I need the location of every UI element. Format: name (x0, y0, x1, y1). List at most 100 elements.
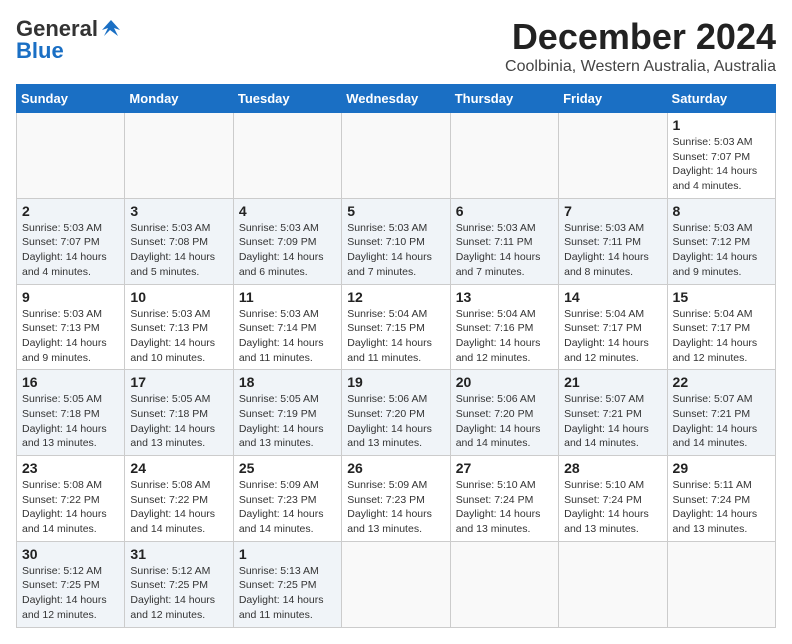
calendar-day-cell: 18Sunrise: 5:05 AMSunset: 7:19 PMDayligh… (233, 370, 341, 456)
day-number: 23 (22, 460, 119, 476)
col-friday: Friday (559, 85, 667, 113)
day-number: 28 (564, 460, 661, 476)
sunrise-text: Sunrise: 5:04 AM (564, 307, 661, 322)
calendar-day-cell: 1Sunrise: 5:03 AMSunset: 7:07 PMDaylight… (667, 113, 775, 199)
sunset-text: Sunset: 7:14 PM (239, 321, 336, 336)
daylight-text: Daylight: 14 hours and 14 minutes. (456, 422, 553, 451)
day-info: Sunrise: 5:03 AMSunset: 7:07 PMDaylight:… (22, 221, 119, 280)
sunrise-text: Sunrise: 5:10 AM (456, 478, 553, 493)
logo: General Blue (16, 16, 122, 64)
daylight-text: Daylight: 14 hours and 8 minutes. (564, 250, 661, 279)
calendar-day-cell: 6Sunrise: 5:03 AMSunset: 7:11 PMDaylight… (450, 198, 558, 284)
sunset-text: Sunset: 7:21 PM (673, 407, 770, 422)
sunset-text: Sunset: 7:25 PM (130, 578, 227, 593)
calendar-empty-cell (667, 541, 775, 627)
sunrise-text: Sunrise: 5:04 AM (456, 307, 553, 322)
sunset-text: Sunset: 7:07 PM (673, 150, 770, 165)
day-info: Sunrise: 5:08 AMSunset: 7:22 PMDaylight:… (22, 478, 119, 537)
day-info: Sunrise: 5:03 AMSunset: 7:13 PMDaylight:… (130, 307, 227, 366)
month-title: December 2024 (505, 16, 776, 58)
sunrise-text: Sunrise: 5:06 AM (347, 392, 444, 407)
day-number: 17 (130, 374, 227, 390)
calendar-day-cell: 10Sunrise: 5:03 AMSunset: 7:13 PMDayligh… (125, 284, 233, 370)
calendar-day-cell: 8 Sunrise: 5:03 AMSunset: 7:12 PMDaylight… (667, 198, 775, 284)
calendar-week-row: 1Sunrise: 5:03 AMSunset: 7:07 PMDaylight… (17, 113, 776, 199)
sunrise-text: Sunrise: 5:03 AM (22, 221, 119, 236)
calendar-day-cell: 13 Sunrise: 5:04 AMSunset: 7:16 PMDayligh… (450, 284, 558, 370)
day-info: Sunrise: 5:07 AMSunset: 7:21 PMDaylight:… (673, 392, 770, 451)
sunrise-text: Sunrise: 5:12 AM (22, 564, 119, 579)
sunset-text: Sunset: 7:25 PM (239, 578, 336, 593)
location-title: Coolbinia, Western Australia, Australia (505, 58, 776, 76)
day-info: Sunrise: 5:04 AMSunset: 7:16 PMDaylight:… (456, 307, 553, 366)
day-info: Sunrise: 5:03 AMSunset: 7:09 PMDaylight:… (239, 221, 336, 280)
daylight-text: Daylight: 14 hours and 12 minutes. (673, 336, 770, 365)
calendar-day-cell: 2Sunrise: 5:03 AMSunset: 7:07 PMDaylight… (17, 198, 125, 284)
sunrise-text: Sunrise: 5:12 AM (130, 564, 227, 579)
day-info: Sunrise: 5:03 AMSunset: 7:11 PMDaylight:… (564, 221, 661, 280)
calendar-empty-cell (450, 113, 558, 199)
daylight-text: Daylight: 14 hours and 12 minutes. (22, 593, 119, 622)
calendar-day-cell: 9Sunrise: 5:03 AMSunset: 7:13 PMDaylight… (17, 284, 125, 370)
calendar-table: Sunday Monday Tuesday Wednesday Thursday… (16, 84, 776, 628)
day-number: 9 (22, 289, 119, 305)
sunset-text: Sunset: 7:25 PM (22, 578, 119, 593)
sunset-text: Sunset: 7:17 PM (673, 321, 770, 336)
calendar-day-cell: 24Sunrise: 5:08 AMSunset: 7:22 PMDayligh… (125, 456, 233, 542)
daylight-text: Daylight: 14 hours and 7 minutes. (456, 250, 553, 279)
calendar-day-cell: 29 Sunrise: 5:11 AMSunset: 7:24 PMDayligh… (667, 456, 775, 542)
col-wednesday: Wednesday (342, 85, 450, 113)
calendar-day-cell: 27Sunrise: 5:10 AMSunset: 7:24 PMDayligh… (450, 456, 558, 542)
sunrise-text: Sunrise: 5:03 AM (130, 221, 227, 236)
sunrise-text: Sunrise: 5:13 AM (239, 564, 336, 579)
sunset-text: Sunset: 7:20 PM (456, 407, 553, 422)
title-area: December 2024 Coolbinia, Western Austral… (505, 16, 776, 76)
sunset-text: Sunset: 7:18 PM (22, 407, 119, 422)
col-saturday: Saturday (667, 85, 775, 113)
calendar-empty-cell (125, 113, 233, 199)
day-info: Sunrise: 5:03 AMSunset: 7:12 PMDaylight:… (673, 221, 770, 280)
calendar-day-cell: 20Sunrise: 5:06 AMSunset: 7:20 PMDayligh… (450, 370, 558, 456)
calendar-day-cell: 22Sunrise: 5:07 AMSunset: 7:21 PMDayligh… (667, 370, 775, 456)
calendar-day-cell: 14Sunrise: 5:04 AMSunset: 7:17 PMDayligh… (559, 284, 667, 370)
sunrise-text: Sunrise: 5:03 AM (22, 307, 119, 322)
col-thursday: Thursday (450, 85, 558, 113)
daylight-text: Daylight: 14 hours and 13 minutes. (130, 422, 227, 451)
calendar-empty-cell (342, 541, 450, 627)
daylight-text: Daylight: 14 hours and 13 minutes. (239, 422, 336, 451)
day-info: Sunrise: 5:09 AMSunset: 7:23 PMDaylight:… (347, 478, 444, 537)
sunset-text: Sunset: 7:17 PM (564, 321, 661, 336)
day-number: 24 (130, 460, 227, 476)
day-number: 14 (564, 289, 661, 305)
sunrise-text: Sunrise: 5:05 AM (130, 392, 227, 407)
daylight-text: Daylight: 14 hours and 13 minutes. (673, 507, 770, 536)
day-number: 6 (456, 203, 553, 219)
calendar-empty-cell (450, 541, 558, 627)
sunset-text: Sunset: 7:13 PM (22, 321, 119, 336)
logo-bird-icon (100, 18, 122, 40)
day-number: 8 (673, 203, 770, 219)
calendar-empty-cell (233, 113, 341, 199)
calendar-day-cell: 19Sunrise: 5:06 AMSunset: 7:20 PMDayligh… (342, 370, 450, 456)
day-info: Sunrise: 5:06 AMSunset: 7:20 PMDaylight:… (347, 392, 444, 451)
sunset-text: Sunset: 7:11 PM (456, 235, 553, 250)
day-number: 13 (456, 289, 553, 305)
day-info: Sunrise: 5:11 AMSunset: 7:24 PMDaylight:… (673, 478, 770, 537)
calendar-day-cell: 26Sunrise: 5:09 AMSunset: 7:23 PMDayligh… (342, 456, 450, 542)
sunset-text: Sunset: 7:19 PM (239, 407, 336, 422)
calendar-day-cell: 16Sunrise: 5:05 AMSunset: 7:18 PMDayligh… (17, 370, 125, 456)
calendar-day-cell: 7Sunrise: 5:03 AMSunset: 7:11 PMDaylight… (559, 198, 667, 284)
daylight-text: Daylight: 14 hours and 9 minutes. (673, 250, 770, 279)
daylight-text: Daylight: 14 hours and 10 minutes. (130, 336, 227, 365)
day-number: 29 (673, 460, 770, 476)
day-number: 1 (239, 546, 336, 562)
calendar-day-cell: 28Sunrise: 5:10 AMSunset: 7:24 PMDayligh… (559, 456, 667, 542)
daylight-text: Daylight: 14 hours and 13 minutes. (347, 507, 444, 536)
calendar-day-cell: 25Sunrise: 5:09 AMSunset: 7:23 PMDayligh… (233, 456, 341, 542)
daylight-text: Daylight: 14 hours and 14 minutes. (130, 507, 227, 536)
day-number: 5 (347, 203, 444, 219)
day-info: Sunrise: 5:07 AMSunset: 7:21 PMDaylight:… (564, 392, 661, 451)
day-info: Sunrise: 5:03 AMSunset: 7:07 PMDaylight:… (673, 135, 770, 194)
daylight-text: Daylight: 14 hours and 13 minutes. (347, 422, 444, 451)
day-info: Sunrise: 5:05 AMSunset: 7:18 PMDaylight:… (22, 392, 119, 451)
